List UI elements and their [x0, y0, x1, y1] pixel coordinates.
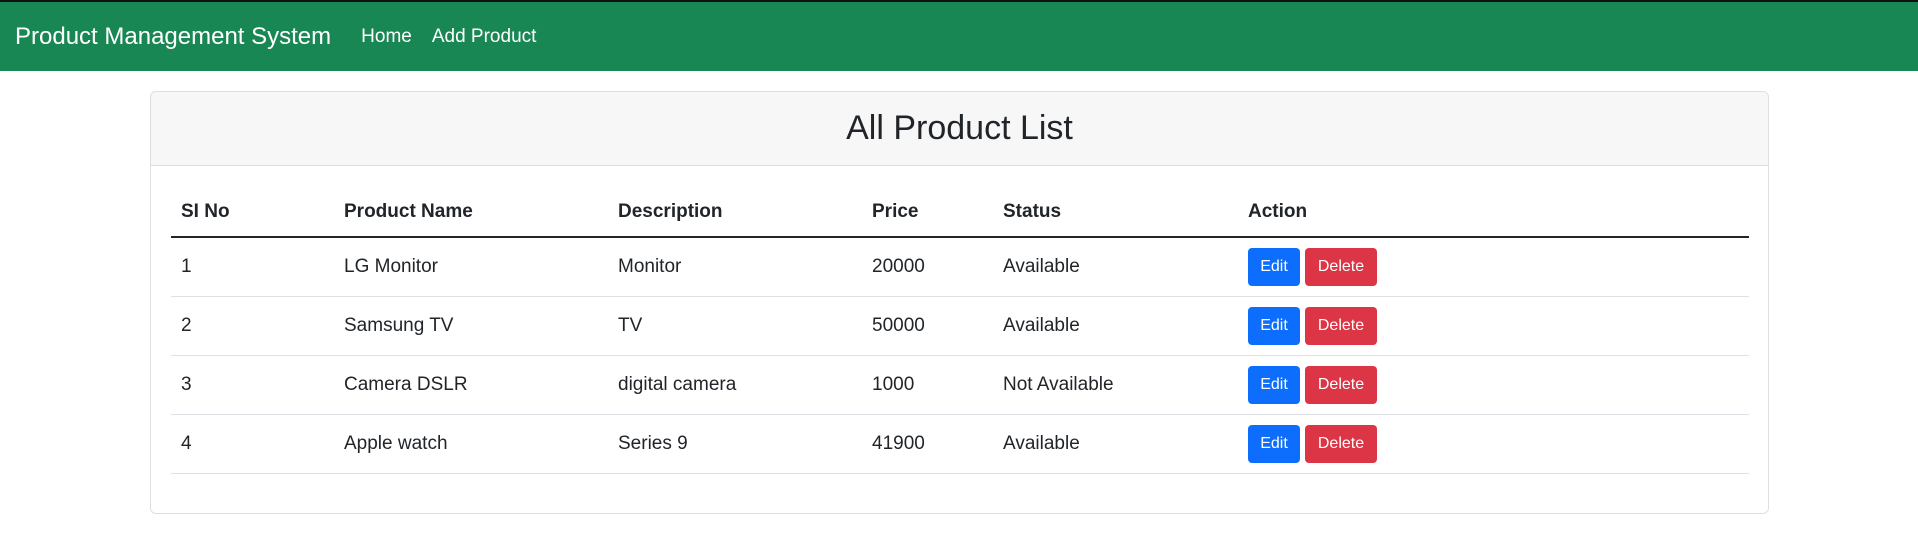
cell-action: Edit Delete	[1238, 296, 1749, 356]
cell-description: Monitor	[608, 237, 862, 297]
header-action: Action	[1238, 187, 1749, 238]
cell-price: 20000	[862, 237, 993, 297]
cell-price: 1000	[862, 355, 993, 415]
cell-product-name: Camera DSLR	[334, 355, 608, 415]
delete-button[interactable]: Delete	[1305, 365, 1377, 404]
delete-button[interactable]: Delete	[1305, 424, 1377, 463]
cell-product-name: LG Monitor	[334, 237, 608, 297]
table-row: 2 Samsung TV TV 50000 Available Edit Delete	[171, 296, 1749, 356]
cell-status: Available	[993, 296, 1238, 356]
header-price: Price	[862, 187, 993, 238]
cell-price: 41900	[862, 414, 993, 474]
header-description: Description	[608, 187, 862, 238]
delete-button[interactable]: Delete	[1305, 247, 1377, 286]
cell-product-name: Samsung TV	[334, 296, 608, 356]
cell-action: Edit Delete	[1238, 414, 1749, 474]
nav-home-link[interactable]: Home	[361, 26, 412, 48]
cell-description: TV	[608, 296, 862, 356]
product-table: SI No Product Name Description Price Sta…	[171, 187, 1749, 474]
cell-description: Series 9	[608, 414, 862, 474]
edit-button[interactable]: Edit	[1248, 306, 1300, 345]
header-sl-no: SI No	[171, 187, 334, 238]
table-header-row: SI No Product Name Description Price Sta…	[171, 187, 1749, 238]
cell-action: Edit Delete	[1238, 237, 1749, 297]
cell-product-name: Apple watch	[334, 414, 608, 474]
cell-status: Available	[993, 237, 1238, 297]
cell-price: 50000	[862, 296, 993, 356]
cell-sl-no: 4	[171, 414, 334, 474]
cell-description: digital camera	[608, 355, 862, 415]
edit-button[interactable]: Edit	[1248, 365, 1300, 404]
header-product-name: Product Name	[334, 187, 608, 238]
delete-button[interactable]: Delete	[1305, 306, 1377, 345]
cell-sl-no: 1	[171, 237, 334, 297]
nav-add-product-link[interactable]: Add Product	[432, 26, 537, 48]
edit-button[interactable]: Edit	[1248, 247, 1300, 286]
table-row: 1 LG Monitor Monitor 20000 Available Edit Dele…	[171, 237, 1749, 297]
cell-status: Available	[993, 414, 1238, 474]
product-list-card: All Product List SI No Product Name Desc…	[150, 91, 1769, 514]
navbar: Product Management System Home Add Produ…	[0, 0, 1918, 71]
brand-title[interactable]: Product Management System	[15, 23, 331, 51]
cell-action: Edit Delete	[1238, 355, 1749, 415]
cell-status: Not Available	[993, 355, 1238, 415]
header-status: Status	[993, 187, 1238, 238]
edit-button[interactable]: Edit	[1248, 424, 1300, 463]
card-title: All Product List	[151, 92, 1768, 166]
cell-sl-no: 2	[171, 296, 334, 356]
cell-sl-no: 3	[171, 355, 334, 415]
table-row: 4 Apple watch Series 9 41900 Available Edit De…	[171, 414, 1749, 474]
table-row: 3 Camera DSLR digital camera 1000 Not Availa…	[171, 355, 1749, 415]
